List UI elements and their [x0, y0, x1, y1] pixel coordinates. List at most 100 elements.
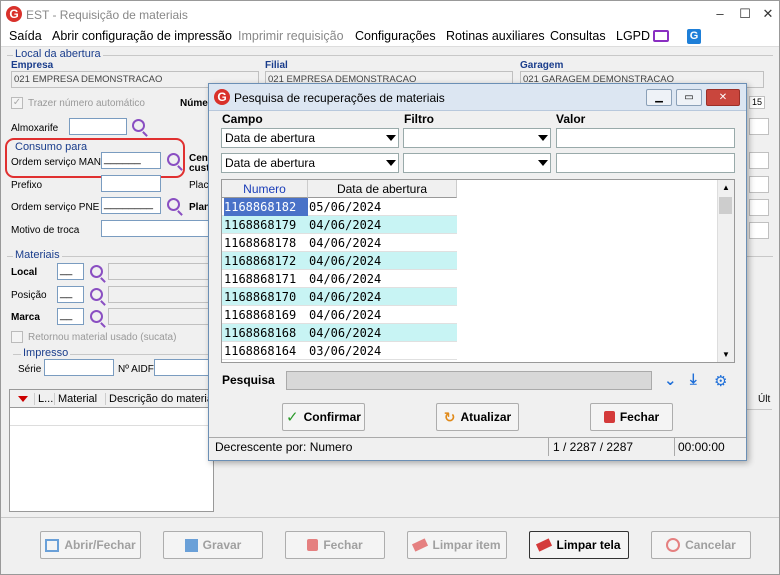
items-table-header: L... Material Descrição do material: [10, 390, 215, 408]
campo-select-2[interactable]: Data de abertura: [221, 153, 399, 173]
minimize-button[interactable]: –: [709, 5, 731, 23]
ordem-pne-input[interactable]: ________: [101, 197, 161, 214]
table-row[interactable]: 1168868179 04/06/2024: [222, 216, 457, 234]
retornou-label: Retornou material usado (sucata): [28, 332, 177, 343]
side-field[interactable]: [749, 118, 769, 135]
items-table[interactable]: L... Material Descrição do material: [9, 389, 215, 512]
empresa-label: Empresa: [11, 60, 54, 71]
table-row[interactable]: [10, 408, 213, 426]
menu-bar: Saída Abrir configuração de impressão Im…: [1, 28, 779, 47]
cell-numero: 1168868169: [224, 308, 297, 322]
almoxarife-input[interactable]: [69, 118, 127, 135]
filtro-select-1[interactable]: [403, 128, 551, 148]
table-row[interactable]: 1168868171 04/06/2024: [222, 270, 457, 288]
valor-input-1[interactable]: [556, 128, 735, 148]
cell-numero: 1168868170: [224, 290, 297, 304]
marca-search-icon[interactable]: [90, 310, 103, 323]
confirmar-button[interactable]: ✓ Confirmar: [282, 403, 365, 431]
marca-input[interactable]: __: [57, 308, 84, 325]
col-descricao[interactable]: Descrição do material: [105, 393, 215, 405]
serie-label: Série: [18, 364, 42, 375]
valor-input-2[interactable]: [556, 153, 735, 173]
menu-saida[interactable]: Saída: [9, 29, 42, 43]
col-numero[interactable]: Numero: [222, 180, 308, 198]
abrir-fechar-button[interactable]: Abrir/Fechar: [40, 531, 141, 559]
grid-scrollbar[interactable]: ▲ ▼: [717, 180, 734, 362]
menu-imprimir[interactable]: Imprimir requisição: [238, 29, 344, 43]
valor-label: Valor: [556, 112, 586, 126]
motivo-input[interactable]: [101, 220, 211, 237]
divider: [1, 517, 779, 518]
app-g-icon[interactable]: G: [687, 29, 701, 44]
trazer-numero-checkbox[interactable]: ✓: [11, 97, 23, 109]
cell-numero: 1168868178: [224, 236, 297, 250]
dialog-close-button[interactable]: ✕: [706, 89, 740, 106]
table-row[interactable]: 1168868169 04/06/2024: [222, 306, 457, 324]
close-button[interactable]: ✕: [757, 5, 779, 23]
lock-icon: [603, 411, 615, 423]
almoxarife-search-icon[interactable]: [132, 119, 145, 132]
window-title: EST - Requisição de materiais: [26, 8, 188, 22]
local-input[interactable]: __: [57, 263, 84, 280]
maximize-button[interactable]: ☐: [734, 5, 756, 23]
campo-select-1[interactable]: Data de abertura: [221, 128, 399, 148]
side-field[interactable]: [749, 152, 769, 169]
table-row[interactable]: 1168868182 05/06/2024: [222, 198, 457, 216]
pesquisa-input[interactable]: [286, 371, 652, 390]
col-l[interactable]: L...: [34, 393, 53, 405]
expand-all-icon[interactable]: ⌄: [664, 371, 677, 389]
dialog-logo-icon: G: [214, 89, 230, 105]
local-label: Local: [11, 267, 38, 278]
limpar-tela-button[interactable]: Limpar tela: [529, 531, 629, 559]
monitor-icon[interactable]: [653, 30, 669, 42]
table-row[interactable]: 1168868178 04/06/2024: [222, 234, 457, 252]
aidf-input[interactable]: [154, 359, 209, 376]
serie-input[interactable]: [44, 359, 114, 376]
posicao-input[interactable]: __: [57, 286, 84, 303]
table-row[interactable]: 1168868168 04/06/2024: [222, 324, 457, 342]
table-row[interactable]: 1168868164 03/06/2024: [222, 342, 457, 360]
calendar-icon[interactable]: 15: [749, 96, 765, 109]
sort-down-icon[interactable]: [18, 396, 28, 402]
col-data-abertura[interactable]: Data de abertura: [308, 180, 457, 198]
results-grid[interactable]: Numero Data de abertura 1168868182 05/06/…: [221, 179, 735, 363]
retornou-checkbox[interactable]: [11, 331, 23, 343]
cell-data: 04/06/2024: [309, 236, 382, 250]
menu-consultas[interactable]: Consultas: [550, 29, 606, 43]
menu-rotinas[interactable]: Rotinas auxiliares: [446, 29, 545, 43]
expand-down-icon[interactable]: ⤓: [690, 371, 697, 388]
dialog-minimize-button[interactable]: ▁: [646, 89, 672, 106]
menu-configuracoes[interactable]: Configurações: [355, 29, 436, 43]
gravar-button[interactable]: Gravar: [163, 531, 263, 559]
scroll-thumb[interactable]: [719, 197, 732, 214]
side-field[interactable]: [749, 222, 769, 239]
scroll-down-icon[interactable]: ▼: [722, 350, 730, 359]
prefixo-input[interactable]: [101, 175, 161, 192]
col-ult[interactable]: Últ: [758, 394, 770, 405]
dialog-fechar-button[interactable]: Fechar: [590, 403, 673, 431]
side-field[interactable]: [749, 176, 769, 193]
table-row[interactable]: 1168868170 04/06/2024: [222, 288, 457, 306]
scroll-up-icon[interactable]: ▲: [722, 183, 730, 192]
side-field[interactable]: [749, 199, 769, 216]
settings-gear-icon[interactable]: ⚙: [714, 372, 727, 390]
fechar-button[interactable]: Fechar: [285, 531, 385, 559]
table-row[interactable]: 1168868172 04/06/2024: [222, 252, 457, 270]
cancelar-button[interactable]: Cancelar: [651, 531, 751, 559]
menu-abrir-config[interactable]: Abrir configuração de impressão: [52, 29, 232, 43]
local-search-icon[interactable]: [90, 265, 103, 278]
cus-label: cust: [189, 163, 210, 174]
limpar-item-button[interactable]: Limpar item: [407, 531, 507, 559]
title-bar: G EST - Requisição de materiais – ☐ ✕: [1, 1, 779, 28]
dialog-maximize-button[interactable]: ▭: [676, 89, 702, 106]
atualizar-button[interactable]: ↻ Atualizar: [436, 403, 519, 431]
cell-data: 04/06/2024: [309, 218, 382, 232]
posicao-search-icon[interactable]: [90, 288, 103, 301]
col-material[interactable]: Material: [54, 393, 97, 405]
ordem-pne-search-icon[interactable]: [167, 198, 180, 211]
filtro-select-2[interactable]: [403, 153, 551, 173]
menu-lgpd[interactable]: LGPD: [616, 29, 650, 43]
refresh-icon: ↻: [443, 408, 456, 425]
cell-numero: 1168868168: [224, 326, 297, 340]
save-icon: [184, 538, 198, 552]
